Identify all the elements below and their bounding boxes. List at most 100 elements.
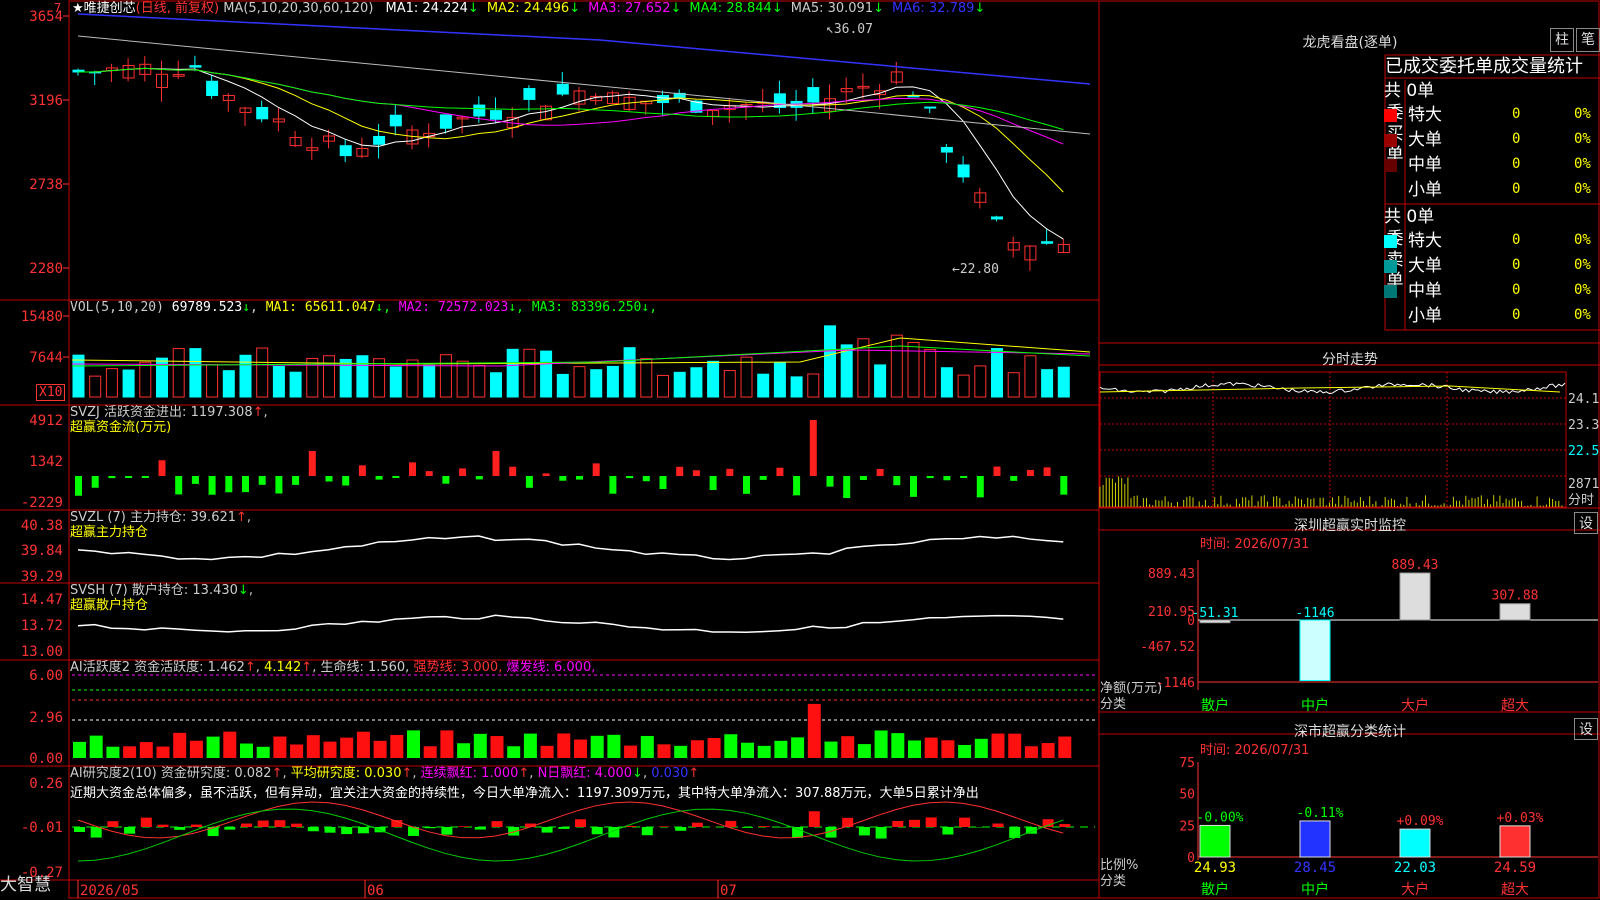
order-row-pct: 0% xyxy=(1574,156,1591,172)
volume-bar xyxy=(790,376,803,398)
svzj-y-label: 4912 xyxy=(29,413,63,429)
svzl-y-label: 39.84 xyxy=(21,543,63,559)
activity-bar xyxy=(557,733,571,758)
order-row-pct: 0% xyxy=(1574,307,1591,323)
color-swatch xyxy=(1384,109,1397,122)
activity-bar xyxy=(824,741,838,758)
fenshi-y-label: 22.53 xyxy=(1568,444,1600,459)
flow-bar xyxy=(75,476,82,496)
activity-bar xyxy=(540,745,554,758)
order-row-label: 特大 xyxy=(1408,231,1442,251)
volume-bar xyxy=(389,366,402,398)
activity-bar xyxy=(123,746,137,758)
vol-y-label: 7644 xyxy=(29,350,63,366)
flow-bar xyxy=(242,476,249,493)
svsh-header: SVSH (7) 散户持仓: 13.430↓, xyxy=(70,583,253,598)
tick-mode-button[interactable]: 笔 xyxy=(1576,28,1600,52)
research-bar xyxy=(257,820,269,827)
vol-ma-value: MA2: 72572.023↓, xyxy=(398,300,532,315)
activity-bar xyxy=(340,737,354,758)
volume-bar xyxy=(974,365,987,398)
flow-bar xyxy=(876,469,884,476)
volume-bar xyxy=(523,348,536,398)
ma-line xyxy=(77,35,1091,135)
classify-y-label: 50 xyxy=(1179,788,1195,803)
activity-bar xyxy=(874,730,888,758)
volume-bar xyxy=(439,354,452,398)
candle xyxy=(523,88,536,100)
activity-bar xyxy=(891,733,905,758)
research-bar xyxy=(441,827,453,835)
volume-bar xyxy=(222,370,235,398)
activity-bar xyxy=(156,746,170,758)
activity-bar xyxy=(440,730,454,758)
volume-bar xyxy=(189,348,202,398)
activity-bar xyxy=(741,742,754,758)
activity-bar xyxy=(390,734,404,758)
volume-bar xyxy=(122,369,135,398)
research-bar xyxy=(742,827,753,828)
kline-y-label: 2280 xyxy=(29,261,63,277)
period-label[interactable]: (日线, 前复权) xyxy=(136,1,219,16)
volume-bar xyxy=(623,347,636,398)
candle xyxy=(206,80,219,97)
activity-bar xyxy=(189,740,203,758)
research-bar xyxy=(1059,824,1071,827)
order-row-label: 中单 xyxy=(1408,281,1442,301)
kline-header: ★唯捷创芯(日线, 前复权) MA(5,10,20,30,60,120) MA1… xyxy=(72,1,985,16)
color-swatch xyxy=(1384,260,1397,273)
research-bar xyxy=(224,827,236,830)
monitor-category: 超大 xyxy=(1501,698,1529,714)
volume-bar xyxy=(874,364,887,398)
flow-bar xyxy=(459,468,467,476)
monitor-bar xyxy=(1299,619,1331,682)
svsh-subtitle: 超赢散户持仓 xyxy=(70,598,149,613)
volume-bar xyxy=(890,334,903,398)
volume-bar xyxy=(1057,366,1070,398)
classify-value: 28.45 xyxy=(1294,860,1336,876)
flow-bar xyxy=(409,462,416,476)
monitor-category: 中户 xyxy=(1301,697,1329,714)
monitor-bar-label: 889.43 xyxy=(1392,558,1439,573)
x-axis-label: 2026/05 xyxy=(80,883,139,899)
order-row-label: 大单 xyxy=(1408,130,1442,150)
order-row-pct: 0% xyxy=(1574,282,1591,298)
research-bar xyxy=(190,824,202,827)
ma-value: MA5: 30.091↓ xyxy=(790,1,885,16)
classify-y-label: 75 xyxy=(1179,756,1195,771)
app-logo: 大智慧 xyxy=(0,875,51,895)
candle xyxy=(339,145,352,157)
bar-mode-button[interactable]: 柱 xyxy=(1550,28,1574,52)
research-bar xyxy=(424,827,436,829)
svzl-y-label: 39.29 xyxy=(21,569,63,585)
fenshi-vol-unit: 分时 xyxy=(1568,493,1594,508)
flow-bar xyxy=(141,476,149,478)
order-row-count: 0 xyxy=(1512,282,1521,298)
research-bar xyxy=(792,827,804,838)
order-row-count: 0 xyxy=(1512,232,1521,248)
classify-settings-button[interactable]: 设 xyxy=(1574,718,1598,740)
flow-bar xyxy=(175,476,183,495)
volume-bar xyxy=(740,356,753,398)
monitor-settings-button[interactable]: 设 xyxy=(1574,512,1598,534)
stock-title[interactable]: ★唯捷创芯 xyxy=(72,1,136,16)
monitor-bar xyxy=(1399,572,1431,621)
candle xyxy=(256,107,269,120)
activity-bar xyxy=(1024,746,1038,758)
volume-bar xyxy=(473,364,486,398)
high-label: ↖36.07 xyxy=(826,22,873,37)
classify-unit: 比例% xyxy=(1100,858,1139,873)
flow-bar xyxy=(108,476,116,479)
flow-bar xyxy=(275,476,283,494)
x-axis-label: 07 xyxy=(720,883,737,899)
research-bar xyxy=(591,827,603,835)
flow-bar xyxy=(609,476,617,494)
svzl-subtitle: 超赢主力持仓 xyxy=(70,525,149,540)
order-row-count: 0 xyxy=(1512,156,1521,172)
flow-bar xyxy=(525,476,533,488)
vol-unit[interactable]: X10 xyxy=(36,384,66,401)
order-row-count: 0 xyxy=(1512,307,1521,323)
monitor-unit: 净额(万元) xyxy=(1100,681,1163,696)
volume-bar xyxy=(940,367,953,398)
ai2-y-label: -0.01 xyxy=(21,820,63,836)
